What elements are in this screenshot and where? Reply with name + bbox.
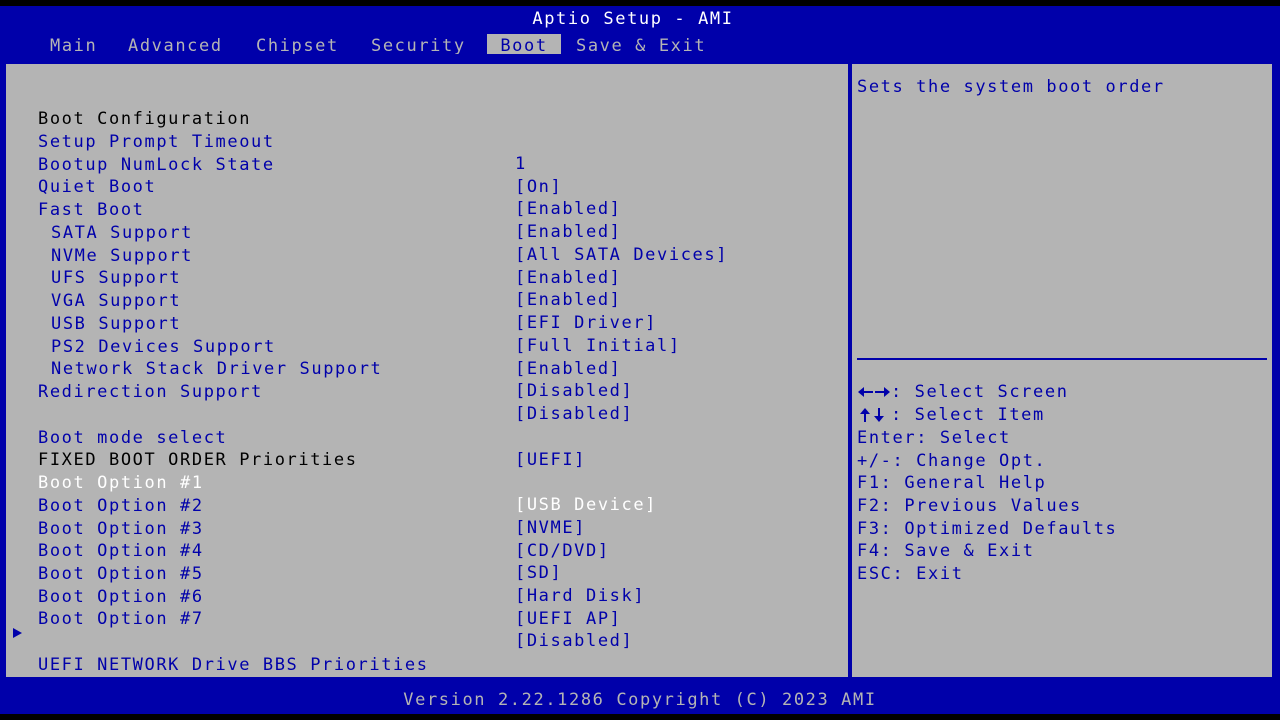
- boot-option-value[interactable]: [NVME]: [515, 517, 586, 539]
- key-hint-select-screen: : Select Screen: [857, 381, 1069, 403]
- boot-option-1[interactable]: Boot Option #1 [USB Device]: [6, 450, 655, 515]
- setting-boot-mode-select[interactable]: Boot mode select [UEFI]: [6, 405, 584, 470]
- left-right-arrows-icon: [858, 387, 890, 397]
- submenu-label: UEFI NETWORK Drive BBS Priorities: [38, 655, 429, 675]
- setting-sata-support[interactable]: SATA Support [All SATA Devices]: [6, 200, 726, 265]
- key-hint-key: F3: [857, 519, 881, 539]
- key-hint-select-item: : Select Item: [857, 404, 1045, 426]
- setting-network-stack-driver-support[interactable]: Network Stack Driver Support [Disabled]: [6, 336, 632, 401]
- key-hint-desc: : Change Opt.: [892, 451, 1047, 471]
- setting-value[interactable]: [Enabled]: [515, 289, 622, 311]
- boot-option-6[interactable]: Boot Option #6 [UEFI AP]: [6, 564, 620, 629]
- key-hint-f1: F1: General Help: [857, 472, 1046, 494]
- key-hint-f2: F2: Previous Values: [857, 495, 1082, 517]
- app-title: Aptio Setup - AMI: [532, 9, 734, 29]
- setting-value[interactable]: [Full Initial]: [515, 335, 681, 357]
- setting-value[interactable]: [Enabled]: [515, 358, 622, 380]
- boot-option-value[interactable]: [CD/DVD]: [515, 540, 610, 562]
- key-hint-desc: : Save & Exit: [880, 541, 1035, 561]
- section-title: Boot Configuration: [6, 86, 249, 129]
- boot-option-label: Boot Option #7: [38, 609, 204, 629]
- setting-vga-support[interactable]: VGA Support [EFI Driver]: [6, 268, 655, 333]
- setting-nvme-support[interactable]: NVMe Support [Enabled]: [6, 223, 620, 288]
- setting-value[interactable]: [Enabled]: [515, 221, 622, 243]
- key-hint-desc: : General Help: [880, 473, 1047, 493]
- submenu-uefi-network-bbs[interactable]: UEFI NETWORK Drive BBS Priorities: [6, 632, 427, 675]
- key-hint-key: +/-: [857, 451, 893, 471]
- priorities-title: FIXED BOOT ORDER Priorities: [6, 427, 356, 470]
- setting-label: Redirection Support: [38, 382, 263, 402]
- key-hint-enter: Enter: Select: [857, 427, 1011, 449]
- setting-value[interactable]: [Disabled]: [515, 380, 633, 402]
- setting-ufs-support[interactable]: UFS Support [Enabled]: [6, 245, 620, 310]
- key-hint-esc: ESC: Exit: [857, 563, 964, 585]
- setting-setup-prompt-timeout[interactable]: Setup Prompt Timeout 1: [6, 109, 525, 174]
- key-hint-key: Enter: [857, 428, 917, 448]
- setting-value[interactable]: [On]: [515, 176, 562, 198]
- key-hint-key: F2: [857, 496, 881, 516]
- key-hint-desc: : Optimized Defaults: [880, 519, 1118, 539]
- key-hint-desc: : Previous Values: [880, 496, 1082, 516]
- help-text: Sets the system boot order: [857, 77, 1165, 97]
- key-hint-desc: : Select: [916, 428, 1011, 448]
- key-hint-desc: : Select Screen: [891, 382, 1069, 402]
- key-hint-key: ESC: [857, 564, 893, 584]
- main-frame: Boot Configuration Setup Prompt Timeout …: [0, 54, 1280, 686]
- setting-label: Network Stack Driver Support: [51, 359, 383, 379]
- boot-option-4[interactable]: Boot Option #4 [SD]: [6, 518, 561, 583]
- footer-version-text: Version 2.22.1286 Copyright (C) 2023 AMI: [403, 690, 877, 710]
- key-hint-f3: F3: Optimized Defaults: [857, 518, 1117, 540]
- setting-ps2-devices-support[interactable]: PS2 Devices Support [Enabled]: [6, 314, 620, 379]
- boot-option-3[interactable]: Boot Option #3 [CD/DVD]: [6, 496, 608, 561]
- setting-value[interactable]: [UEFI]: [515, 449, 586, 471]
- help-panel: Sets the system boot order : Select Scre…: [852, 64, 1272, 677]
- setting-value[interactable]: [Enabled]: [515, 267, 622, 289]
- help-divider: [857, 358, 1267, 360]
- setting-quiet-boot[interactable]: Quiet Boot [Enabled]: [6, 154, 620, 219]
- setting-usb-support[interactable]: USB Support [Full Initial]: [6, 291, 679, 356]
- setting-value[interactable]: [All SATA Devices]: [515, 244, 728, 266]
- boot-option-7[interactable]: Boot Option #7 [Disabled]: [6, 586, 632, 651]
- setting-label: PS2 Devices Support: [51, 337, 276, 357]
- key-hint-f4: F4: Save & Exit: [857, 540, 1035, 562]
- priorities-title-label: FIXED BOOT ORDER Priorities: [38, 450, 358, 470]
- key-hint-key: F4: [857, 541, 881, 561]
- setting-value[interactable]: [Enabled]: [515, 198, 622, 220]
- boot-option-value[interactable]: [SD]: [515, 562, 562, 584]
- up-down-arrows-icon: [860, 408, 884, 422]
- boot-option-value[interactable]: [UEFI AP]: [515, 608, 622, 630]
- boot-option-2[interactable]: Boot Option #2 [NVME]: [6, 473, 584, 538]
- key-hint-change-opt: +/-: Change Opt.: [857, 450, 1046, 472]
- footer-bar: Version 2.22.1286 Copyright (C) 2023 AMI: [0, 686, 1280, 714]
- setting-value[interactable]: [EFI Driver]: [515, 312, 657, 334]
- setting-fast-boot[interactable]: Fast Boot [Enabled]: [6, 177, 620, 242]
- setting-value[interactable]: 1: [515, 153, 527, 175]
- title-bar: Aptio Setup - AMI Main Advanced Chipset …: [0, 6, 1280, 58]
- boot-option-value[interactable]: [USB Device]: [515, 494, 657, 516]
- setting-redirection-support[interactable]: Redirection Support [Disabled]: [6, 359, 632, 424]
- key-hint-key: F1: [857, 473, 881, 493]
- setting-bootup-numlock-state[interactable]: Bootup NumLock State [On]: [6, 132, 561, 197]
- boot-option-value[interactable]: [Hard Disk]: [515, 585, 645, 607]
- key-hint-desc: : Select Item: [891, 405, 1045, 425]
- settings-panel: Boot Configuration Setup Prompt Timeout …: [6, 64, 848, 677]
- boot-option-5[interactable]: Boot Option #5 [Hard Disk]: [6, 541, 644, 606]
- setting-value[interactable]: [Disabled]: [515, 403, 633, 425]
- key-hint-desc: : Exit: [892, 564, 964, 584]
- boot-option-value[interactable]: [Disabled]: [515, 630, 633, 652]
